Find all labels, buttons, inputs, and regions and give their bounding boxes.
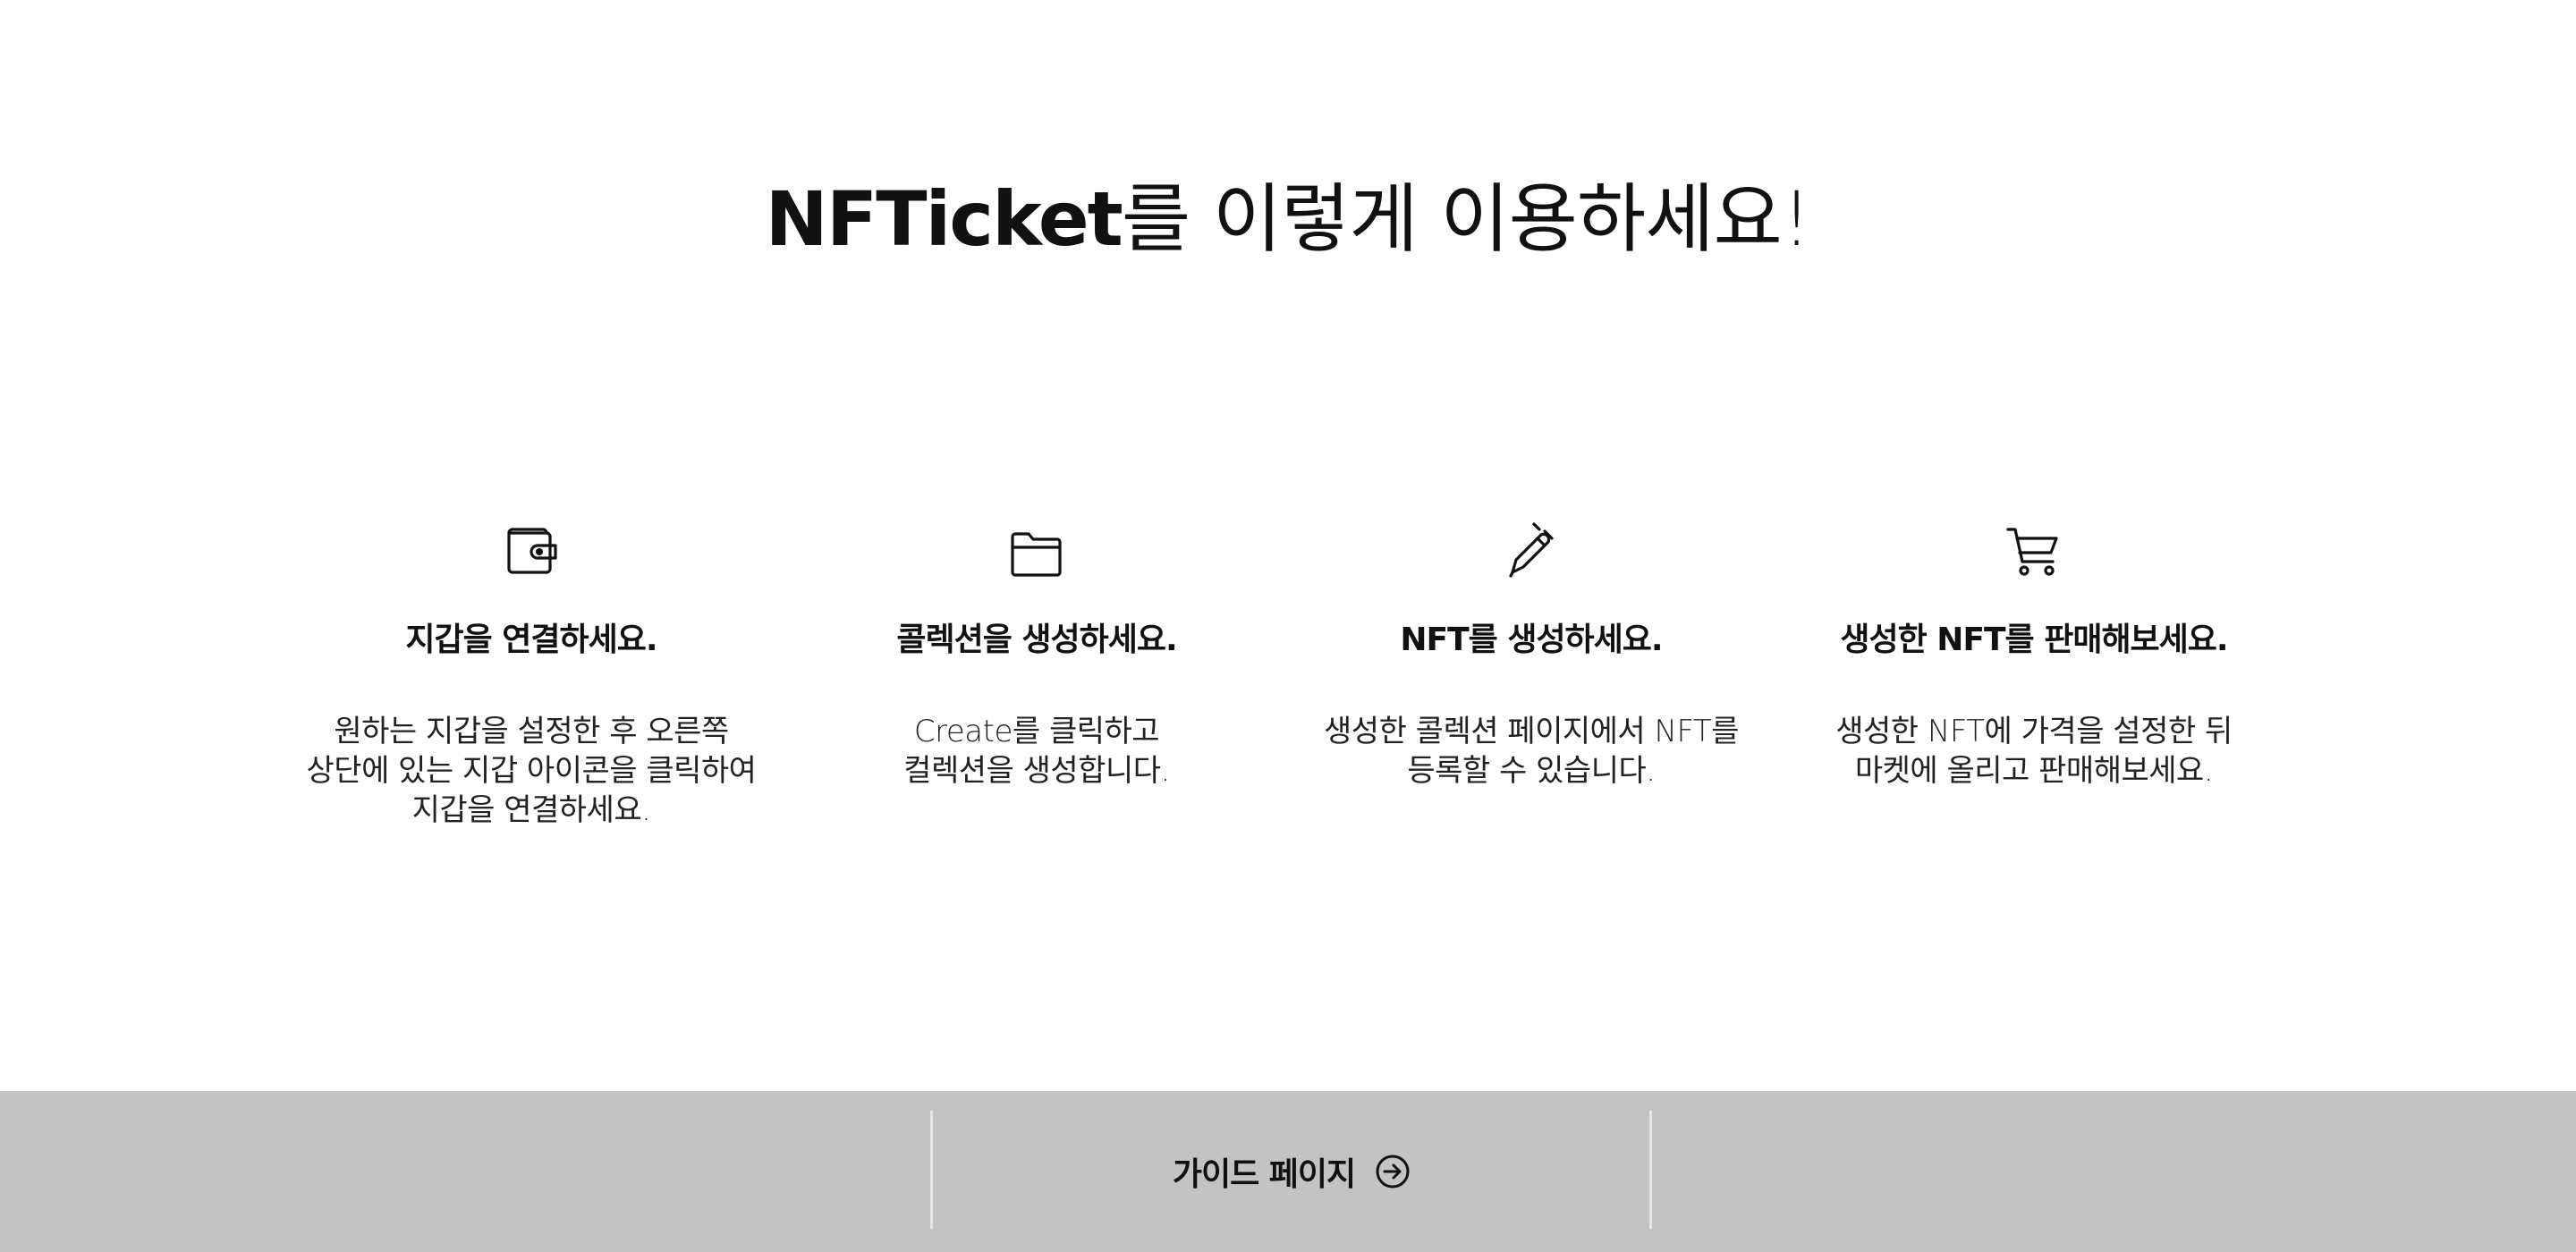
- step-description: 생성한 NFT에 가격을 설정한 뒤 마켓에 올리고 판매해보세요.: [1835, 714, 2233, 789]
- step-sell-nft: 생성한 NFT를 판매해보세요. 생성한 NFT에 가격을 설정한 뒤 마켓에 …: [1784, 520, 2284, 789]
- step-title: 콜렉션을 생성하세요.: [896, 622, 1177, 658]
- folder-icon: [1005, 520, 1068, 583]
- footer-divider-right: [1649, 1111, 1652, 1229]
- step-connect-wallet: 지갑을 연결하세요. 원하는 지갑을 설정한 후 오른쪽 상단에 있는 지갑 아…: [281, 520, 782, 828]
- guide-page-label: 가이드 페이지: [1172, 1156, 1356, 1193]
- cart-icon: [2003, 520, 2065, 583]
- step-title-container: 생성한 NFT를 판매해보세요.: [1784, 621, 2284, 660]
- step-title-container: 콜렉션을 생성하세요.: [786, 621, 1287, 660]
- guide-page-link[interactable]: 가이드 페이지: [932, 1091, 1651, 1252]
- step-title-container: 지갑을 연결하세요.: [281, 621, 782, 660]
- step-title: 지갑을 연결하세요.: [405, 622, 657, 658]
- steps-section: 지갑을 연결하세요. 원하는 지갑을 설정한 후 오른쪽 상단에 있는 지갑 아…: [0, 520, 2576, 878]
- step-title: NFT를 생성하세요.: [1400, 622, 1663, 658]
- pen-icon: [1500, 520, 1563, 583]
- arrow-circle-right-icon: [1375, 1154, 1411, 1189]
- brand-name: NFTicket: [765, 175, 1123, 263]
- page: NFTicket를 이렇게 이용하세요! 지갑을 연결하세요. 원하는 지갑을 …: [0, 0, 2576, 1252]
- step-title-container: NFT를 생성하세요.: [1281, 621, 1782, 660]
- footer-bar: 가이드 페이지: [0, 1091, 2576, 1252]
- step-description: 생성한 콜렉션 페이지에서 NFT를 등록할 수 있습니다.: [1324, 714, 1739, 789]
- step-title: 생성한 NFT를 판매해보세요.: [1840, 622, 2228, 658]
- wallet-icon: [500, 520, 563, 583]
- step-create-nft: NFT를 생성하세요. 생성한 콜렉션 페이지에서 NFT를 등록할 수 있습니…: [1281, 520, 1782, 789]
- hero-title-text: 를 이렇게 이용하세요!: [1121, 175, 1812, 263]
- step-description: Create를 클릭하고 컬렉션을 생성합니다.: [903, 714, 1170, 789]
- hero-title: NFTicket를 이렇게 이용하세요!: [0, 170, 2576, 268]
- step-create-collection: 콜렉션을 생성하세요. Create를 클릭하고 컬렉션을 생성합니다.: [786, 520, 1287, 789]
- step-description: 원하는 지갑을 설정한 후 오른쪽 상단에 있는 지갑 아이콘을 클릭하여 지갑…: [306, 714, 757, 828]
